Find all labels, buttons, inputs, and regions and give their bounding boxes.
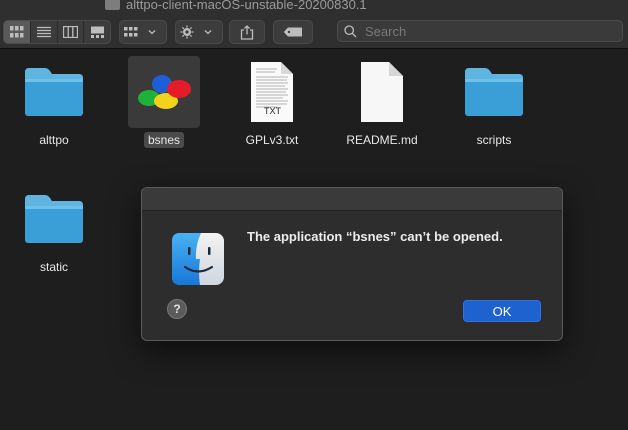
action-menu-button[interactable] (175, 20, 223, 44)
file-thumbnail (128, 56, 200, 128)
window-title: alttpo-client-macOS-unstable-20200830.1 (105, 0, 367, 14)
file-thumbnail (18, 183, 90, 255)
search-icon (344, 24, 357, 37)
file-name: alttpo (39, 133, 69, 147)
folder-icon (25, 195, 83, 243)
file-thumbnail (458, 56, 530, 128)
arrange-grid-icon (124, 27, 156, 37)
finder-window: alttpo-client-macOS-unstable-20200830.1 (0, 0, 628, 430)
file-item-readme[interactable]: README.md (332, 56, 432, 148)
view-mode-control (3, 20, 111, 44)
icon-view-button[interactable] (4, 21, 31, 43)
share-icon (240, 24, 254, 40)
file-name: GPLv3.txt (245, 133, 299, 147)
file-item-bsnes[interactable]: bsnes (114, 56, 214, 148)
list-icon (36, 26, 51, 38)
tag-icon (283, 27, 302, 37)
columns-icon (62, 26, 78, 38)
folder-icon (465, 68, 523, 116)
list-view-button[interactable] (31, 21, 58, 43)
file-name: static (39, 260, 68, 274)
alert-dialog: The application “bsnes” can’t be opened.… (141, 187, 563, 341)
arrange-menu-button[interactable] (119, 20, 167, 44)
file-name: bsnes (143, 132, 185, 148)
share-button[interactable] (229, 20, 265, 44)
search-input[interactable] (363, 22, 607, 40)
bsnes-app-icon (138, 75, 191, 109)
search-field[interactable] (337, 20, 623, 42)
file-thumbnail (236, 56, 308, 128)
folder-icon (25, 68, 83, 116)
dialog-titlebar (142, 188, 562, 211)
gallery-view-button[interactable] (84, 21, 110, 43)
ok-button[interactable]: OK (463, 300, 541, 322)
file-name: scripts (476, 133, 512, 147)
folder-icon (105, 0, 120, 10)
file-item-static[interactable]: static (4, 183, 104, 275)
tag-button[interactable] (273, 20, 313, 44)
txt-badge: TXT (264, 106, 281, 116)
file-name: README.md (346, 133, 418, 147)
file-item-scripts[interactable]: scripts (444, 56, 544, 148)
dialog-message: The application “bsnes” can’t be opened. (247, 229, 503, 244)
help-button[interactable]: ? (167, 299, 187, 319)
window-title-text: alttpo-client-macOS-unstable-20200830.1 (126, 0, 367, 12)
file-item-alttpo[interactable]: alttpo (4, 56, 104, 148)
icon-grid-icon (9, 26, 24, 38)
file-thumbnail (18, 56, 90, 128)
column-view-button[interactable] (58, 21, 85, 43)
file-thumbnail (346, 56, 418, 128)
finder-icon (172, 233, 224, 285)
document-icon (361, 62, 403, 122)
gallery-icon (90, 26, 104, 38)
toolbar: alttpo-client-macOS-unstable-20200830.1 (0, 0, 628, 49)
gear-icon (180, 25, 212, 39)
file-item-gplv3[interactable]: GPLv3.txt TXT (222, 56, 322, 148)
